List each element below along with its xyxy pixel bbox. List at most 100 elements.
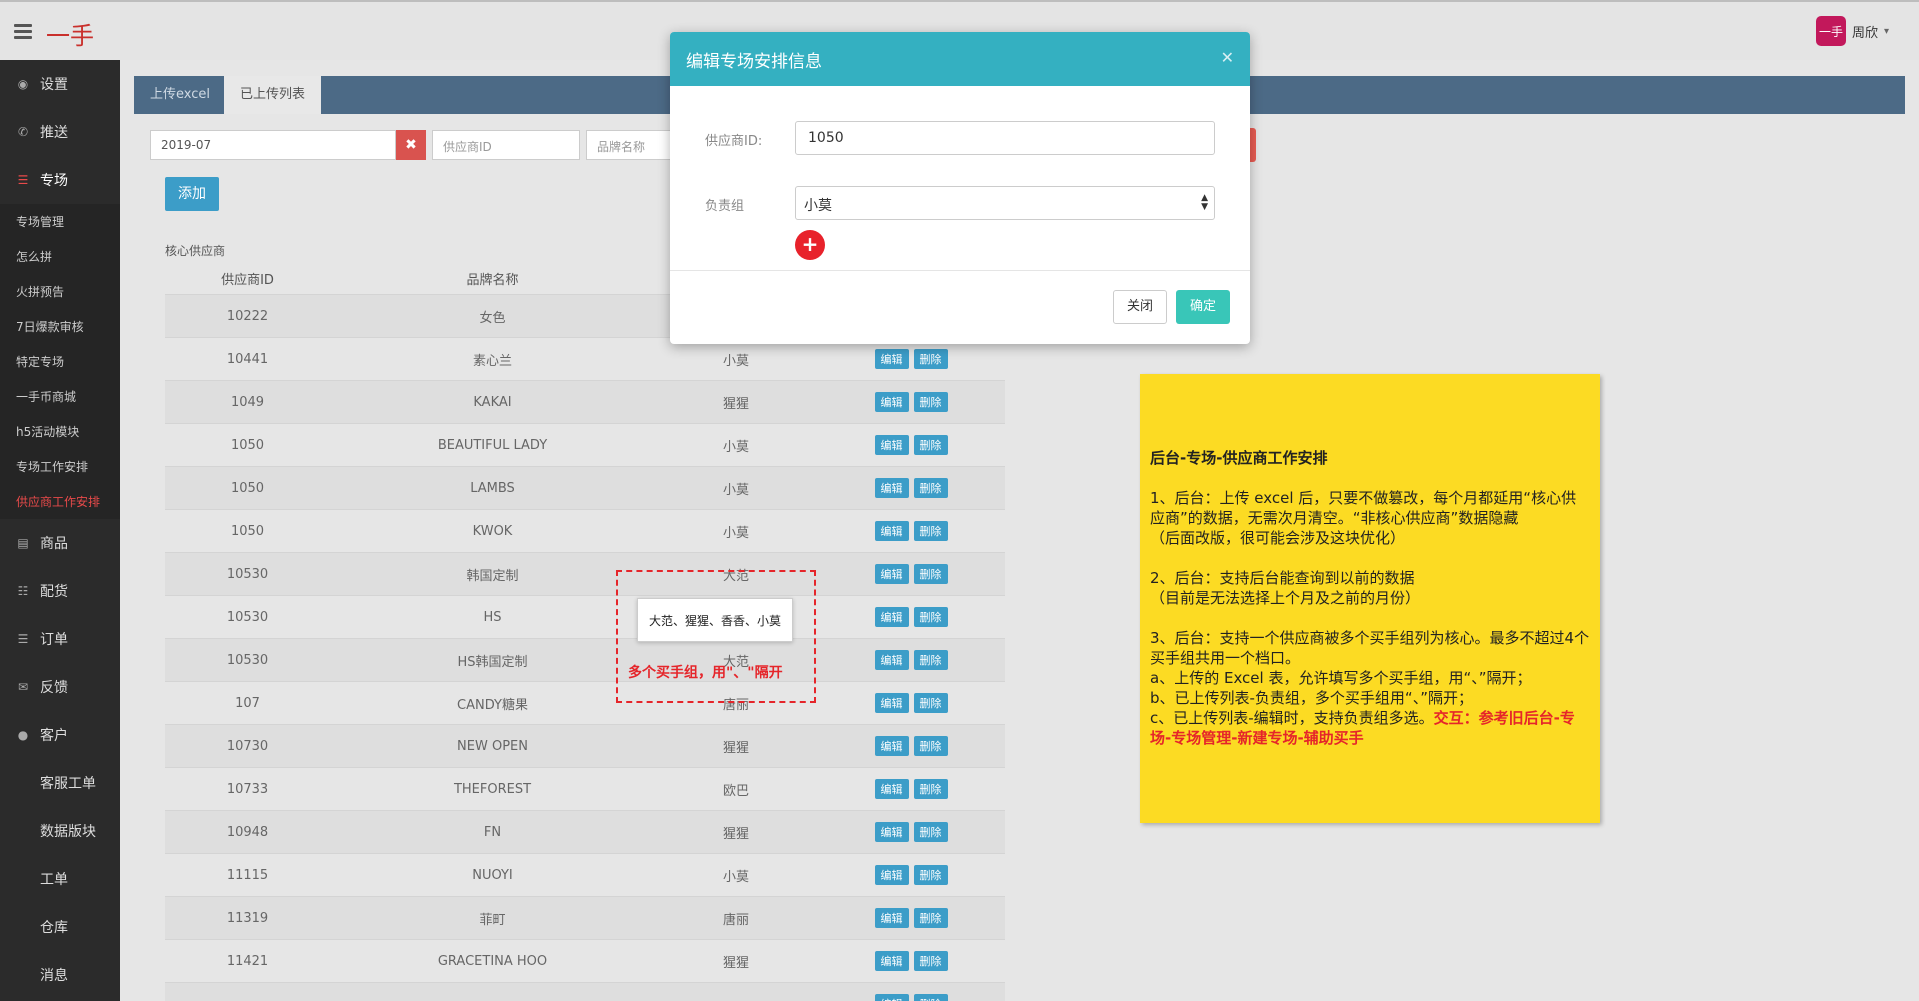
sidebar-item-tickets[interactable]: 工单: [0, 855, 120, 903]
date-filter[interactable]: 2019-07: [150, 130, 396, 160]
cell-group: 猩猩: [722, 740, 749, 756]
table-row: 11319 菲町 唐丽 编辑 删除: [165, 896, 1005, 939]
edit-button[interactable]: 编辑: [874, 865, 909, 885]
delete-button[interactable]: 删除: [913, 779, 948, 799]
sidebar: ◉ 设置 ✆ 推送 ☰ 专场 专场管理 怎么拼 火拼预告 7日爆款审核 特定专场…: [0, 60, 120, 1001]
delete-button[interactable]: 删除: [913, 693, 948, 713]
delete-button[interactable]: 删除: [913, 908, 948, 928]
clear-date-button[interactable]: ✖: [396, 130, 426, 160]
table-row: 11115 NUOYI 小莫 编辑 删除: [165, 853, 1005, 896]
select-arrows-icon: ▲ ▼: [1201, 193, 1208, 212]
modal-header: 编辑专场安排信息 ✕: [670, 32, 1250, 86]
delete-button[interactable]: 删除: [913, 349, 948, 369]
delete-button[interactable]: 删除: [913, 478, 948, 498]
sidebar-item-push[interactable]: ✆ 推送: [0, 108, 120, 156]
sidebar-subitem-active[interactable]: 供应商工作安排: [0, 484, 120, 519]
sidebar-item-service-tickets[interactable]: 客服工单: [0, 759, 120, 807]
app-logo[interactable]: 一手: [46, 16, 94, 51]
header-supplier-id: 供应商ID: [221, 272, 274, 288]
sidebar-subitem[interactable]: 专场管理: [0, 204, 120, 239]
delete-button[interactable]: 删除: [913, 994, 948, 1001]
table-row: 10948 FN 猩猩 编辑 删除: [165, 810, 1005, 853]
table-row: 1049 KAKAI 猩猩 编辑 删除: [165, 380, 1005, 423]
table-icon: ☰: [17, 632, 29, 646]
delete-button[interactable]: 删除: [913, 392, 948, 412]
table-row: 10530 HS 编辑 删除: [165, 595, 1005, 638]
sidebar-item-label: 商品: [40, 536, 68, 552]
add-group-button[interactable]: +: [795, 230, 825, 260]
edit-modal: 编辑专场安排信息 ✕ 供应商ID: 1050 负责组 小莫 ▲ ▼ + 关闭 确定: [670, 32, 1250, 344]
dashboard-icon: ◉: [17, 77, 29, 91]
sidebar-item-warehouse[interactable]: 仓库: [0, 903, 120, 951]
sidebar-item-special[interactable]: ☰ 专场: [0, 156, 120, 204]
supplier-id-input[interactable]: 供应商ID: [432, 130, 580, 160]
edit-button[interactable]: 编辑: [874, 736, 909, 756]
edit-button[interactable]: 编辑: [874, 349, 909, 369]
sidebar-item-label: 推送: [40, 125, 68, 141]
edit-button[interactable]: 编辑: [874, 435, 909, 455]
cell-brand-name: 韩国定制: [466, 568, 519, 584]
section-label: 核心供应商: [165, 244, 226, 258]
edit-button[interactable]: 编辑: [874, 994, 909, 1001]
group-select-value: 小莫: [804, 198, 832, 214]
note-title: 后台-专场-供应商工作安排: [1150, 449, 1328, 467]
menu-icon[interactable]: [14, 24, 32, 39]
sidebar-item-goods[interactable]: ▤ 商品: [0, 519, 120, 567]
user-menu[interactable]: 一手 周欣 ▾: [1815, 16, 1889, 46]
delete-button[interactable]: 删除: [913, 736, 948, 756]
cell-brand-name: GRACETINA HOO: [437, 953, 548, 969]
edit-button[interactable]: 编辑: [874, 478, 909, 498]
sidebar-subitem[interactable]: 7日爆款审核: [0, 309, 120, 344]
edit-button[interactable]: 编辑: [874, 822, 909, 842]
delete-button[interactable]: 删除: [913, 865, 948, 885]
edit-button[interactable]: 编辑: [874, 521, 909, 541]
sidebar-subitem[interactable]: h5活动模块: [0, 414, 120, 449]
sidebar-subitem[interactable]: 特定专场: [0, 344, 120, 379]
cell-operations: 编辑删除: [817, 478, 1005, 498]
sidebar-subitem[interactable]: 怎么拼: [0, 239, 120, 274]
delete-button[interactable]: 删除: [913, 951, 948, 971]
tab-uploaded-list[interactable]: 已上传列表: [224, 76, 322, 114]
tab-upload-excel[interactable]: 上传excel: [134, 76, 226, 114]
sidebar-subitem[interactable]: 一手币商城: [0, 379, 120, 414]
group-select[interactable]: 小莫 ▲ ▼: [795, 186, 1215, 220]
sidebar-item-customers[interactable]: ● 客户: [0, 711, 120, 759]
note-paragraph-2: 2、后台：支持后台能查询到以前的数据 （目前是无法选择上个月及之前的月份）: [1150, 569, 1421, 607]
edit-button[interactable]: 编辑: [874, 392, 909, 412]
delete-button[interactable]: 删除: [913, 650, 948, 670]
delete-button[interactable]: 删除: [913, 435, 948, 455]
cell-supplier-id: 11421: [226, 953, 269, 969]
sidebar-item-feedback[interactable]: ✉ 反馈: [0, 663, 120, 711]
sidebar-item-distribution[interactable]: ☷ 配货: [0, 567, 120, 615]
edit-button[interactable]: 编辑: [874, 650, 909, 670]
confirm-button[interactable]: 确定: [1176, 290, 1230, 324]
delete-button[interactable]: 删除: [913, 521, 948, 541]
close-icon[interactable]: ✕: [1221, 48, 1234, 67]
close-button[interactable]: 关闭: [1113, 290, 1167, 324]
sidebar-item-data-board[interactable]: 数据版块: [0, 807, 120, 855]
delete-button[interactable]: 删除: [913, 564, 948, 584]
sidebar-subitem[interactable]: 火拼预告: [0, 274, 120, 309]
edit-button[interactable]: 编辑: [874, 908, 909, 928]
edit-button[interactable]: 编辑: [874, 693, 909, 713]
supplier-id-field[interactable]: 1050: [795, 121, 1215, 155]
edit-button[interactable]: 编辑: [874, 607, 909, 627]
cell-brand-name: BEAUTIFUL LADY: [437, 437, 548, 453]
table-row: 10733 THEFOREST 欧巴 编辑 删除: [165, 767, 1005, 810]
cell-operations: 编辑删除: [817, 865, 1005, 885]
delete-button[interactable]: 删除: [913, 607, 948, 627]
cell-operations: 编辑删除: [817, 392, 1005, 412]
delete-button[interactable]: 删除: [913, 822, 948, 842]
add-button[interactable]: 添加: [165, 177, 219, 211]
table-row: 10530 韩国定制 大范 编辑 删除: [165, 552, 1005, 595]
sidebar-subitem[interactable]: 专场工作安排: [0, 449, 120, 484]
sidebar-item-settings[interactable]: ◉ 设置: [0, 60, 120, 108]
sidebar-item-orders[interactable]: ☰ 订单: [0, 615, 120, 663]
supplier-table: 供应商ID 品牌名称 10222女色编辑删除10441素心兰小莫编辑删除1049…: [165, 262, 1005, 1001]
edit-button[interactable]: 编辑: [874, 951, 909, 971]
sidebar-item-label: 客户: [40, 728, 68, 744]
sidebar-item-messages[interactable]: 消息: [0, 951, 120, 999]
edit-button[interactable]: 编辑: [874, 564, 909, 584]
cell-group: 小莫: [722, 482, 749, 498]
edit-button[interactable]: 编辑: [874, 779, 909, 799]
